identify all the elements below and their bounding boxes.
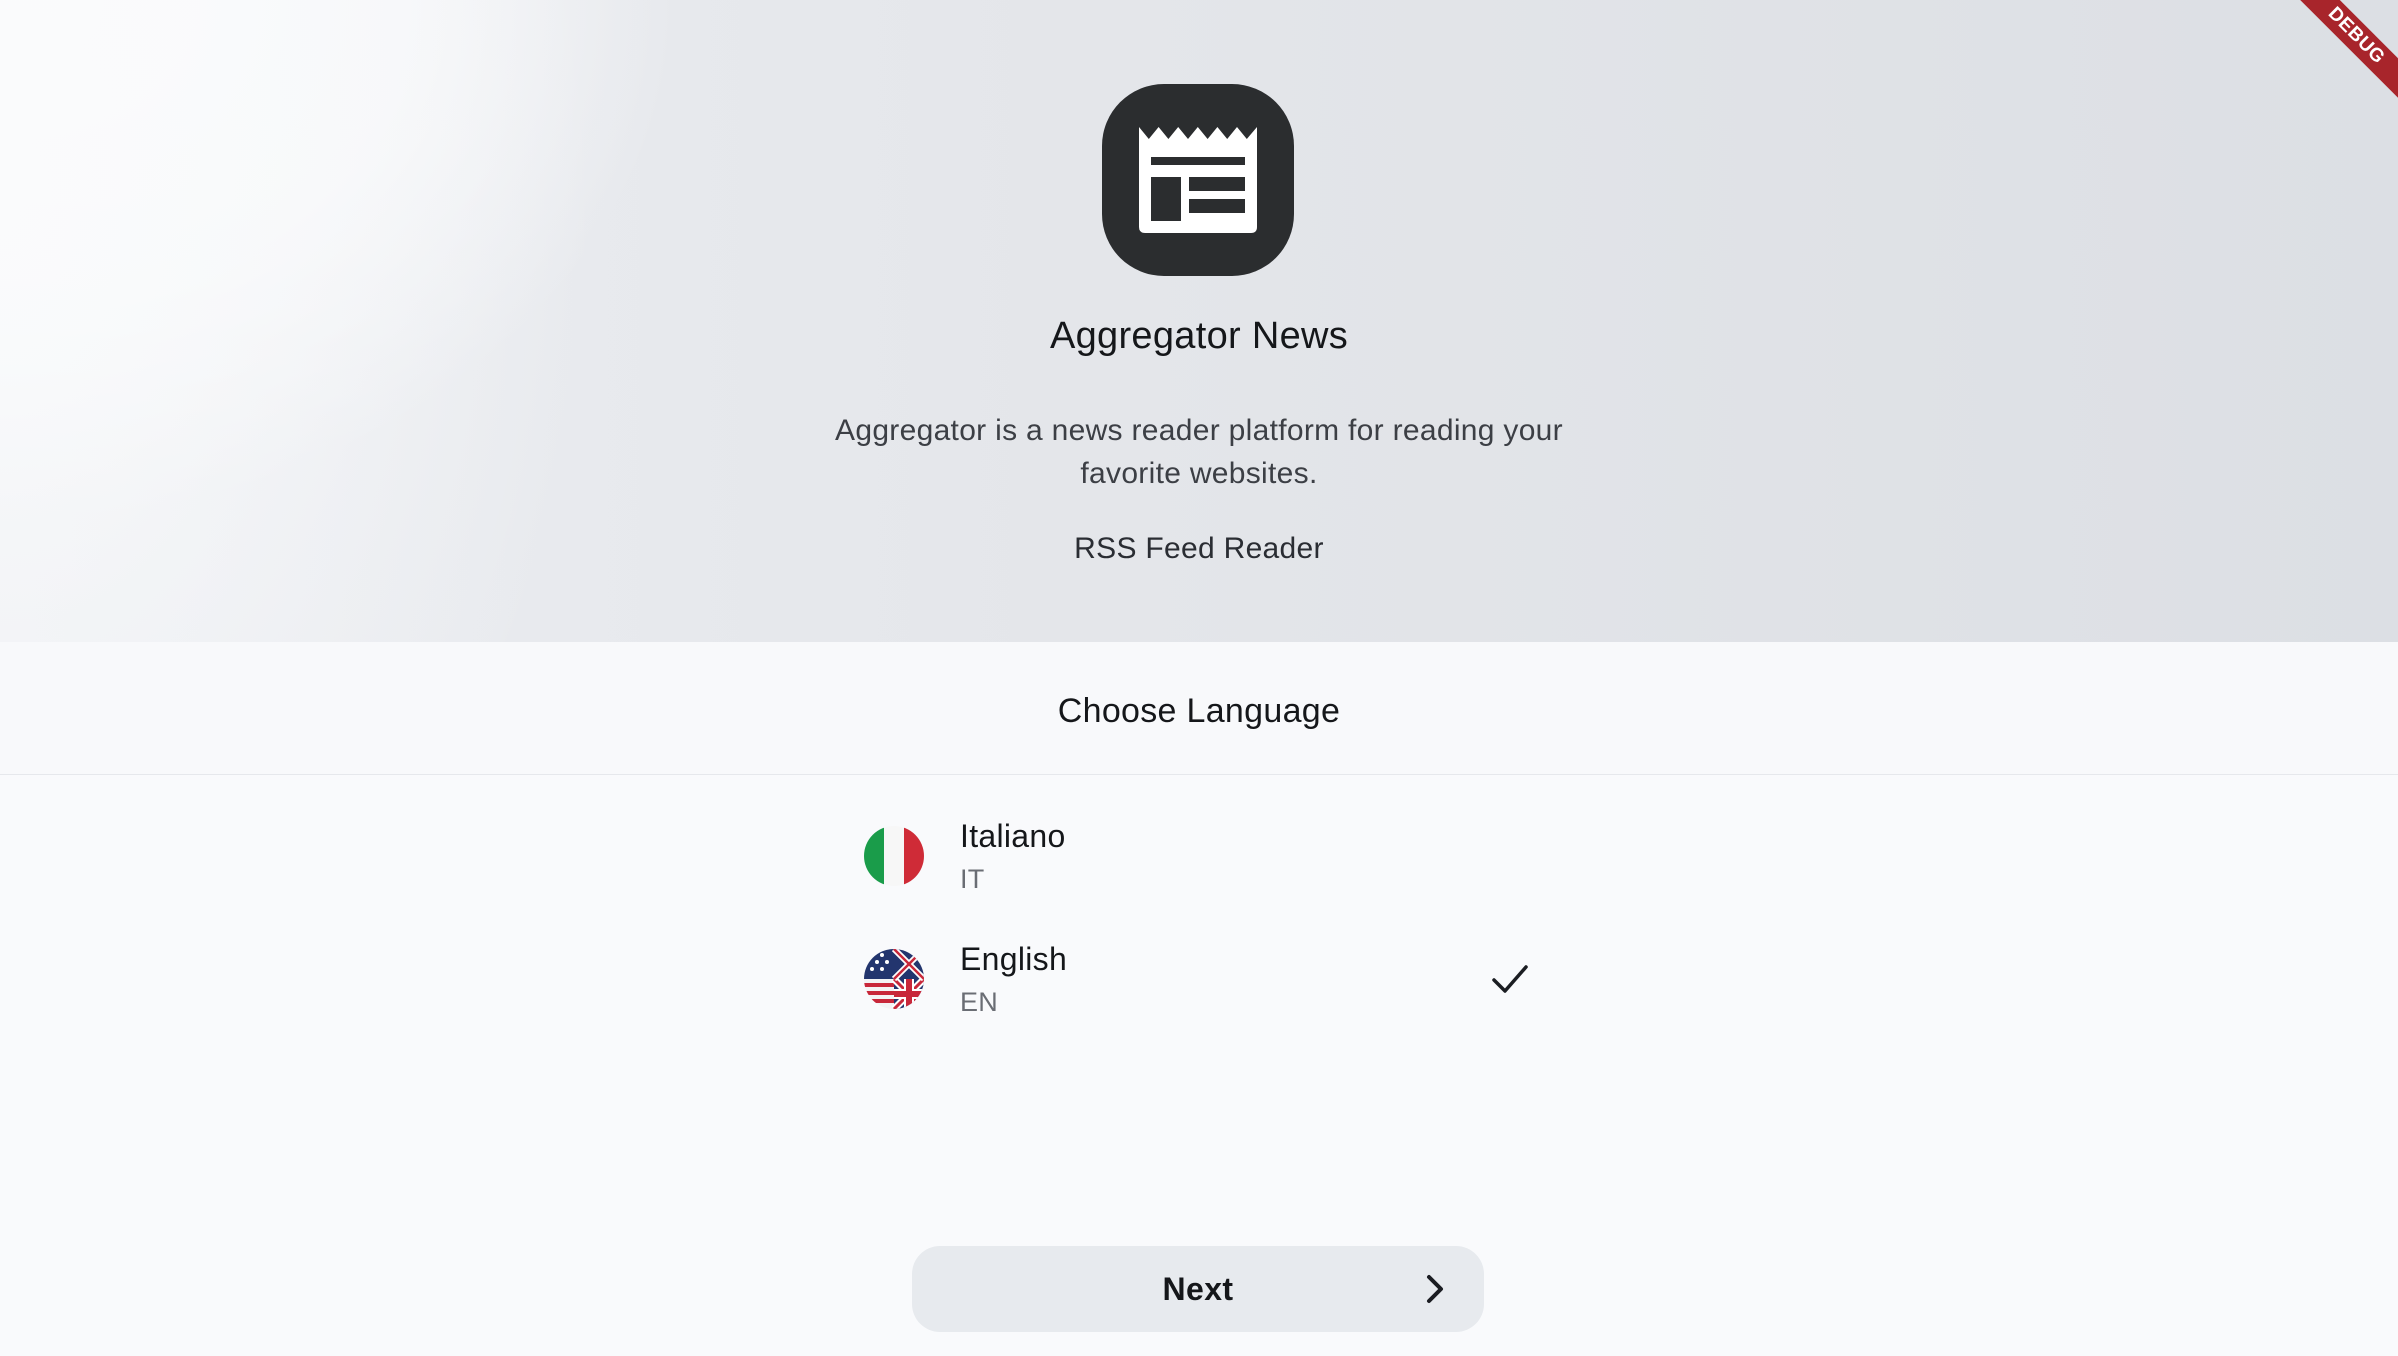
app-intro-header: Aggregator News Aggregator is a news rea… [0,0,2398,642]
debug-banner-label: DEBUG [2288,0,2398,110]
app-title: Aggregator News [1049,315,1349,357]
next-button[interactable]: Next [912,1246,1484,1332]
debug-banner: DEBUG [2288,0,2398,110]
newspaper-icon [1139,127,1257,233]
next-button-label: Next [1162,1270,1234,1307]
language-code: EN [960,987,999,1017]
app-logo [1102,84,1294,276]
chevron-right-icon [1427,1275,1443,1303]
language-option-italiano[interactable]: Italiano IT [840,800,1560,910]
language-option-english[interactable]: English EN [840,923,1560,1033]
language-section-title: Choose Language [1057,692,1341,730]
app-description: Aggregator is a news reader platform for… [835,414,1563,490]
app-tagline: RSS Feed Reader [1074,532,1324,565]
italy-flag-icon [864,826,924,886]
language-code: IT [960,864,985,894]
uk-flag-icon [864,949,924,1009]
language-name: English [960,941,1068,977]
checkmark-icon [1492,965,1528,993]
language-name: Italiano [960,818,1066,854]
